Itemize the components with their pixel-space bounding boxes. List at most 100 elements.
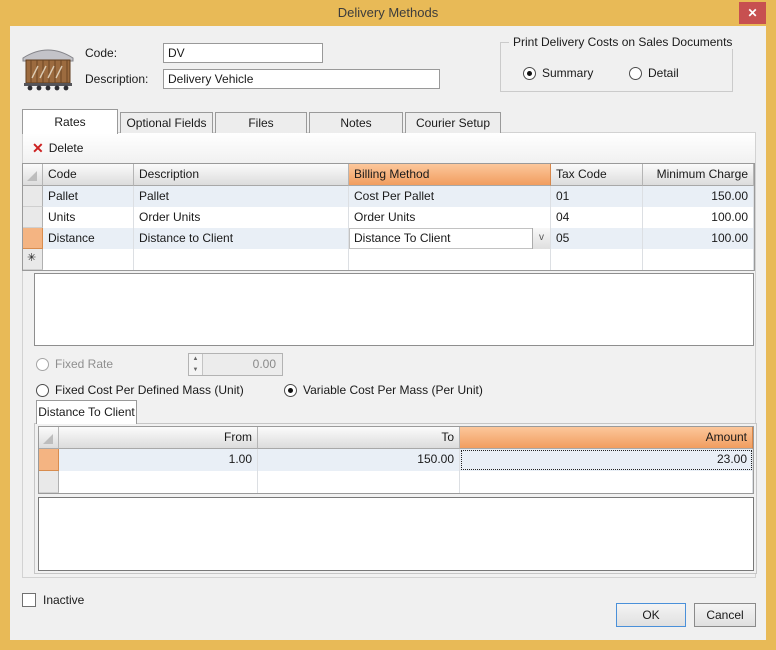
cell-empty[interactable]	[134, 249, 349, 270]
current-row-selector[interactable]	[39, 449, 59, 471]
spinner-down-icon[interactable]: ▼	[189, 365, 202, 376]
detail-radio-circle[interactable]	[629, 67, 642, 80]
tab-distance-to-client[interactable]: Distance To Client	[36, 400, 137, 424]
cell-minimum-charge[interactable]: 100.00	[643, 207, 754, 228]
cell-code[interactable]: Pallet	[43, 186, 134, 207]
tab-notes[interactable]: Notes	[309, 112, 403, 133]
variable-cost-radio[interactable]: Variable Cost Per Mass (Per Unit)	[284, 383, 483, 397]
cell-tax-code[interactable]: 05	[551, 228, 643, 249]
delivery-methods-dialog: Delivery Methods ✕	[0, 0, 776, 650]
close-icon[interactable]: ✕	[739, 2, 766, 24]
cell-empty[interactable]	[551, 249, 643, 270]
code-input[interactable]: DV	[163, 43, 323, 63]
cell-empty[interactable]	[59, 471, 258, 493]
new-row-selector[interactable]: ✳	[23, 249, 43, 270]
delete-icon: ✕	[32, 141, 44, 155]
new-row-selector[interactable]	[39, 471, 59, 493]
chevron-down-icon[interactable]: v	[532, 228, 550, 249]
fixed-cost-radio-circle[interactable]	[36, 384, 49, 397]
select-all-header[interactable]	[39, 427, 59, 449]
cell-minimum-charge[interactable]: 100.00	[643, 228, 754, 249]
fixed-rate-radio-circle	[36, 358, 49, 371]
inactive-checkbox-row[interactable]: Inactive	[22, 593, 84, 607]
combobox-value: Distance To Client	[349, 228, 532, 249]
select-all-header[interactable]	[23, 164, 43, 186]
cell-empty[interactable]	[643, 249, 754, 270]
summary-radio-label: Summary	[542, 66, 593, 80]
tab-rates[interactable]: Rates	[22, 109, 118, 134]
cell-billing-method[interactable]: Cost Per Pallet	[349, 186, 551, 207]
detail-radio[interactable]: Detail	[629, 66, 679, 80]
cell-billing-method[interactable]: Order Units	[349, 207, 551, 228]
cell-to[interactable]: 150.00	[258, 449, 460, 471]
spinner-value[interactable]: 0.00	[203, 354, 282, 375]
select-all-icon	[27, 171, 37, 181]
row-selector[interactable]	[23, 207, 43, 228]
titlebar[interactable]: Delivery Methods ✕	[0, 0, 776, 26]
fixed-rate-radio-label: Fixed Rate	[55, 357, 113, 371]
distance-grid-header: From To Amount	[39, 427, 753, 449]
ok-button[interactable]: OK	[616, 603, 686, 627]
window-title: Delivery Methods	[0, 0, 776, 26]
current-row-selector[interactable]	[23, 228, 43, 249]
inactive-checkbox[interactable]	[22, 593, 36, 607]
cell-tax-code[interactable]: 04	[551, 207, 643, 228]
distance-grid: From To Amount 1.00 150.00 23.00	[38, 426, 754, 494]
column-header-minimum-charge[interactable]: Minimum Charge	[643, 164, 754, 186]
detail-radio-label: Detail	[648, 66, 679, 80]
delivery-vehicle-icon	[20, 40, 76, 94]
column-header-amount[interactable]: Amount	[460, 427, 753, 449]
tab-files[interactable]: Files	[215, 112, 307, 133]
fixed-cost-radio-label: Fixed Cost Per Defined Mass (Unit)	[55, 383, 244, 397]
variable-cost-radio-circle[interactable]	[284, 384, 297, 397]
column-header-tax-code[interactable]: Tax Code	[551, 164, 643, 186]
variable-cost-radio-label: Variable Cost Per Mass (Per Unit)	[303, 383, 483, 397]
column-header-description[interactable]: Description	[134, 164, 349, 186]
description-input[interactable]: Delivery Vehicle	[163, 69, 440, 89]
cell-empty[interactable]	[460, 471, 753, 493]
fixed-cost-radio[interactable]: Fixed Cost Per Defined Mass (Unit)	[36, 383, 244, 397]
dialog-body: Code: DV Description: Delivery Vehicle P…	[10, 26, 766, 640]
rates-grid-empty-area	[34, 273, 754, 346]
row-selector[interactable]	[23, 186, 43, 207]
inactive-checkbox-label: Inactive	[43, 593, 84, 607]
tab-optional-fields[interactable]: Optional Fields	[120, 112, 213, 133]
cell-empty[interactable]	[349, 249, 551, 270]
print-costs-group-title: Print Delivery Costs on Sales Documents	[509, 35, 736, 49]
delete-button-label: Delete	[49, 141, 84, 155]
cell-code[interactable]: Units	[43, 207, 134, 228]
table-row[interactable]: Units Order Units Order Units 04 100.00	[23, 207, 754, 228]
code-label: Code:	[85, 43, 117, 63]
column-header-from[interactable]: From	[59, 427, 258, 449]
cancel-button[interactable]: Cancel	[694, 603, 756, 627]
column-header-code[interactable]: Code	[43, 164, 134, 186]
summary-radio-circle[interactable]	[523, 67, 536, 80]
cell-code[interactable]: Distance	[43, 228, 134, 249]
select-all-icon	[43, 434, 53, 444]
grid-toolbar: ✕ Delete	[23, 133, 755, 163]
cell-empty[interactable]	[43, 249, 134, 270]
cell-description[interactable]: Order Units	[134, 207, 349, 228]
cell-tax-code[interactable]: 01	[551, 186, 643, 207]
cell-description[interactable]: Pallet	[134, 186, 349, 207]
cell-description[interactable]: Distance to Client	[134, 228, 349, 249]
cell-amount-focused[interactable]: 23.00	[460, 449, 753, 471]
column-header-billing-method[interactable]: Billing Method	[349, 164, 551, 186]
delete-button[interactable]: ✕ Delete	[32, 141, 83, 155]
billing-method-combobox[interactable]: Distance To Client v	[349, 228, 551, 249]
table-row[interactable]: Pallet Pallet Cost Per Pallet 01 150.00	[23, 186, 754, 207]
rates-grid: Code Description Billing Method Tax Code…	[22, 163, 755, 271]
table-row-current[interactable]: Distance Distance to Client Distance To …	[23, 228, 754, 249]
new-row[interactable]: ✳	[23, 249, 754, 270]
cell-empty[interactable]	[258, 471, 460, 493]
rates-grid-header: Code Description Billing Method Tax Code…	[23, 164, 754, 186]
column-header-to[interactable]: To	[258, 427, 460, 449]
spinner-up-icon[interactable]: ▲	[189, 354, 202, 365]
new-row-icon: ✳	[27, 251, 36, 264]
cell-minimum-charge[interactable]: 150.00	[643, 186, 754, 207]
tab-courier-setup[interactable]: Courier Setup	[405, 112, 501, 133]
new-row[interactable]	[39, 471, 753, 493]
cell-from[interactable]: 1.00	[59, 449, 258, 471]
summary-radio[interactable]: Summary	[523, 66, 593, 80]
table-row-current[interactable]: 1.00 150.00 23.00	[39, 449, 753, 471]
